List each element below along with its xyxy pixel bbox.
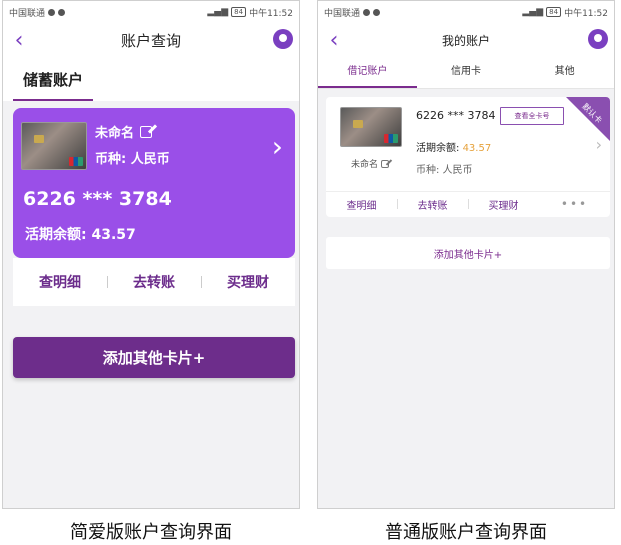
carrier-label: 中国联通 — [324, 8, 361, 19]
transfer-button[interactable]: 去转账 — [107, 272, 201, 292]
notification-icon — [363, 8, 371, 16]
card-name-label: 未命名 — [351, 160, 379, 170]
view-full-number-button[interactable]: 查看全卡号 — [500, 107, 564, 125]
notification-icon — [48, 8, 56, 16]
customer-service-icon[interactable] — [588, 29, 608, 49]
back-icon[interactable]: ‹ — [9, 27, 29, 53]
account-tab-bar: 储蓄账户 — [3, 57, 299, 101]
card-balance: 活期余额: 43.57 — [416, 139, 491, 154]
caption-standard-version: 普通版账户查询界面 — [385, 522, 547, 543]
tab-savings-account[interactable]: 储蓄账户 — [13, 57, 94, 101]
status-bar: 中国联通 ▂▄▆ 84 中午11:52 — [318, 1, 614, 23]
message-icon — [58, 8, 66, 16]
details-button[interactable]: 查明细 — [13, 272, 107, 292]
bank-card-image — [340, 107, 402, 147]
details-button[interactable]: 查明细 — [326, 197, 397, 212]
balance-label: 活期余额: — [416, 143, 463, 154]
signal-icon: ▂▄▆ — [207, 7, 229, 17]
customer-service-icon[interactable] — [273, 29, 293, 49]
edit-icon[interactable] — [381, 159, 390, 168]
card-name-label: 未命名 — [95, 126, 135, 141]
add-card-button[interactable]: 添加其他卡片+ — [326, 237, 610, 269]
wealth-button[interactable]: 买理财 — [201, 272, 295, 292]
card-name[interactable]: 未命名 — [351, 157, 390, 170]
battery-icon: 84 — [546, 7, 562, 17]
card-currency: 币种: 人民币 — [416, 165, 473, 176]
card-balance: 活期余额: 43.57 — [25, 227, 136, 243]
divider — [326, 191, 610, 192]
balance-amount: 43.57 — [462, 143, 492, 154]
card-actions: 查明细 去转账 买理财 ••• — [326, 193, 610, 215]
standard-version-screen: 中国联通 ▂▄▆ 84 中午11:52 ‹ 我的账户 借记账户 信用卡 其他 未… — [317, 0, 615, 509]
message-icon — [373, 8, 381, 16]
account-tabs: 借记账户 信用卡 其他 — [318, 57, 614, 89]
simple-version-screen: 中国联通 ▂▄▆ 84 中午11:52 ‹ 账户查询 储蓄账户 未命名 币种: … — [2, 0, 300, 509]
battery-icon: 84 — [231, 7, 247, 17]
add-card-button[interactable]: 添加其他卡片+ — [13, 337, 295, 378]
card-currency: 币种: 人民币 — [95, 152, 170, 167]
page-title: 账户查询 — [120, 31, 181, 50]
tab-debit-account[interactable]: 借记账户 — [318, 57, 417, 88]
status-bar: 中国联通 ▂▄▆ 84 中午11:52 — [3, 1, 299, 23]
default-card-badge: 默认卡 — [566, 97, 610, 141]
clock: 中午11:52 — [564, 8, 608, 19]
back-icon[interactable]: ‹ — [324, 27, 344, 53]
card-number: 6226 *** 3784 — [23, 188, 172, 210]
chevron-right-icon[interactable]: › — [272, 130, 283, 163]
tab-other[interactable]: 其他 — [515, 57, 614, 88]
transfer-button[interactable]: 去转账 — [397, 197, 468, 212]
default-card-label: 默认卡 — [580, 101, 604, 126]
more-icon[interactable]: ••• — [539, 197, 610, 211]
tab-credit-card[interactable]: 信用卡 — [417, 57, 516, 88]
caption-simple-version: 简爱版账户查询界面 — [70, 522, 232, 543]
clock: 中午11:52 — [249, 8, 293, 19]
edit-icon[interactable] — [140, 125, 153, 138]
unionpay-icon — [69, 157, 83, 166]
card-name[interactable]: 未命名 — [95, 122, 153, 141]
wealth-button[interactable]: 买理财 — [468, 197, 539, 212]
card-actions: 查明细 去转账 买理财 — [13, 258, 295, 306]
bank-card-image — [21, 122, 87, 170]
account-card[interactable]: 未命名 6226 *** 3784 查看全卡号 活期余额: 43.57 币种: … — [326, 97, 610, 217]
page-title: 我的账户 — [441, 33, 490, 48]
chip-icon — [34, 135, 44, 143]
nav-bar: ‹ 我的账户 — [318, 23, 614, 57]
account-card[interactable]: 未命名 币种: 人民币 › 6226 *** 3784 活期余额: 43.57 — [13, 108, 295, 258]
card-number: 6226 *** 3784 — [416, 109, 496, 122]
chip-icon — [353, 120, 363, 128]
carrier-label: 中国联通 — [9, 8, 46, 19]
unionpay-icon — [384, 134, 398, 143]
signal-icon: ▂▄▆ — [522, 7, 544, 17]
nav-bar: ‹ 账户查询 — [3, 23, 299, 57]
